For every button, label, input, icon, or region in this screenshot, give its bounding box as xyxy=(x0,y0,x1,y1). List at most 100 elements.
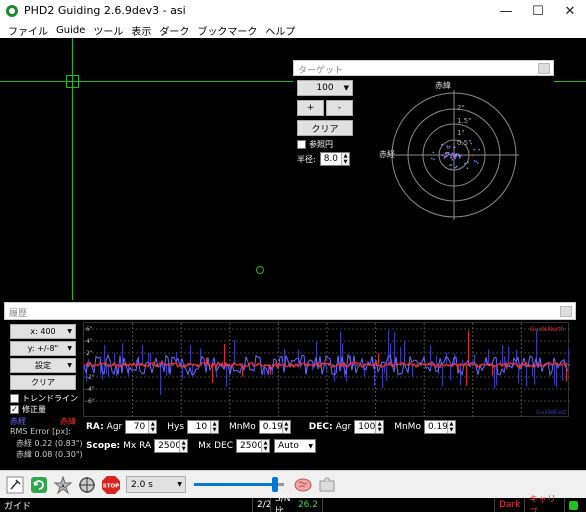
history-pane-close-button[interactable] xyxy=(560,306,572,317)
target-point xyxy=(450,156,453,159)
minimize-button[interactable]: — xyxy=(490,0,522,22)
hysteresis-spinner[interactable]: 10 ▲ ▼ xyxy=(187,420,220,434)
ra-aggressiveness-spinner[interactable]: 70 ▲ ▼ xyxy=(125,420,158,434)
history-graph[interactable]: 6" 4" 2" 0 -2" -4" -6" GuideNorth GuideEast xyxy=(83,322,570,418)
spinner-arrows-icon[interactable]: ▲ ▼ xyxy=(341,153,350,165)
corrections-checkbox[interactable]: ✓ xyxy=(10,405,19,414)
guide-button[interactable] xyxy=(76,474,98,496)
x-scale-value: x: 400 xyxy=(30,327,56,336)
camera-connect-button[interactable] xyxy=(4,474,26,496)
ra-agr-label: Agr xyxy=(106,422,123,432)
menu-tools[interactable]: ツール xyxy=(89,23,127,38)
svg-text:A: A xyxy=(61,484,65,490)
target-point xyxy=(448,153,451,155)
loop-arrows-icon xyxy=(31,476,47,493)
radius-spinner[interactable]: 8.0 ▲ ▼ xyxy=(319,152,351,166)
menu-view[interactable]: 表示 xyxy=(127,23,155,38)
status-connection xyxy=(564,498,586,512)
dec-minmove-spinner[interactable]: 0.19 ▲ ▼ xyxy=(423,420,456,434)
target-title-label: ターゲット xyxy=(298,66,344,76)
spinner-arrows-icon[interactable]: ▲ ▼ xyxy=(179,440,188,452)
brain-settings-button[interactable] xyxy=(292,474,314,496)
target-point xyxy=(455,165,458,168)
chevron-down-icon: ▼ xyxy=(343,84,349,92)
target-point xyxy=(433,158,435,161)
radius-row: 半径: 8.0 ▲ ▼ xyxy=(297,152,351,166)
zoom-in-button[interactable]: + xyxy=(297,100,324,116)
spinner-arrows-icon[interactable]: ▲ ▼ xyxy=(281,421,290,433)
stop-button[interactable]: STOP xyxy=(100,474,122,496)
correction-bar xyxy=(386,365,388,381)
menu-bookmarks[interactable]: ブックマーク xyxy=(193,23,261,38)
target-reticle-icon xyxy=(79,476,95,493)
correction-bar xyxy=(412,365,414,378)
y-tick-label: -2" xyxy=(86,374,95,381)
trendline-checkbox[interactable] xyxy=(10,394,19,403)
correction-bar xyxy=(400,347,402,366)
slider-thumb[interactable] xyxy=(272,477,278,492)
spinner-arrows-icon[interactable]: ▲ ▼ xyxy=(148,421,157,433)
bullseye-checkbox[interactable] xyxy=(297,140,306,149)
y-scale-select[interactable]: y: +/-8" ▼ xyxy=(10,341,76,356)
target-point xyxy=(451,152,453,154)
zoom-out-button[interactable]: - xyxy=(326,100,353,116)
spinner-arrows-icon[interactable]: ▲ ▼ xyxy=(446,421,455,433)
target-zoom-select[interactable]: 100 ▼ xyxy=(297,80,353,96)
ring-label-2: 2" xyxy=(457,104,465,112)
menu-darks[interactable]: ダーク xyxy=(155,23,193,38)
trendline-checkbox-row[interactable]: トレンドライン xyxy=(10,393,78,404)
ra-agr-value: 70 xyxy=(133,422,146,432)
dark-library-button[interactable] xyxy=(316,474,338,496)
spinner-arrows-icon[interactable]: ▲ ▼ xyxy=(375,421,384,433)
target-pane-close-button[interactable] xyxy=(538,63,550,74)
target-point xyxy=(441,154,444,157)
dec-label: DEC: xyxy=(308,422,333,432)
target-point xyxy=(471,154,474,157)
guide-east-label: GuideEast xyxy=(536,409,567,416)
history-pane: 履歴 x: 400 ▼ y: +/-8" ▼ 設定 ▼ クリア トレンドライン … xyxy=(0,300,586,470)
ra-minmove-spinner[interactable]: 0.19 ▲ ▼ xyxy=(258,420,291,434)
x-scale-select[interactable]: x: 400 ▼ xyxy=(10,324,76,339)
target-point xyxy=(446,154,448,157)
history-title-label: 履歴 xyxy=(9,309,28,319)
phd2-app-icon xyxy=(6,4,18,17)
history-settings-button[interactable]: 設定 ▼ xyxy=(10,358,76,373)
correction-bar xyxy=(226,365,228,387)
menu-help[interactable]: ヘルプ xyxy=(261,23,299,38)
corrections-checkbox-row[interactable]: ✓ 修正量 xyxy=(10,404,46,415)
correction-bar xyxy=(190,345,192,366)
chevron-down-icon: ▼ xyxy=(67,328,72,335)
chevron-down-icon: ▼ xyxy=(67,362,72,369)
menu-guide[interactable]: Guide xyxy=(52,25,89,36)
dec-agr-value: 100 xyxy=(358,422,376,432)
close-button[interactable]: ✕ xyxy=(554,0,586,22)
target-point xyxy=(473,148,475,151)
loop-exposure-button[interactable] xyxy=(28,474,50,496)
history-clear-button[interactable]: クリア xyxy=(10,375,76,390)
status-frame-count: 2/2 xyxy=(252,498,271,512)
dec-guide-mode-select[interactable]: Auto ▼ xyxy=(274,439,317,453)
menu-file[interactable]: ファイル xyxy=(4,23,52,38)
max-ra-label: Mx RA xyxy=(123,441,152,451)
target-point xyxy=(446,145,448,148)
spinner-arrows-icon[interactable]: ▲ ▼ xyxy=(261,440,270,452)
spinner-arrows-icon[interactable]: ▲ ▼ xyxy=(210,421,219,433)
target-dec-axis-label: 赤緯 xyxy=(435,81,451,90)
exposure-duration-select[interactable]: 2.0 s ▼ xyxy=(126,476,186,493)
y-tick-label: -6" xyxy=(86,398,95,405)
rms-ra: 赤経 0.22 (0.83") xyxy=(16,439,83,448)
correction-bar xyxy=(106,365,108,375)
snr-value: 26.2 xyxy=(297,500,318,510)
target-point xyxy=(445,151,448,154)
max-dec-duration-spinner[interactable]: 2500 ▲ ▼ xyxy=(236,439,271,453)
legend-ra: 赤経 xyxy=(10,417,26,426)
dec-aggressiveness-spinner[interactable]: 100 ▲ ▼ xyxy=(354,420,385,434)
auto-select-star-button[interactable]: A xyxy=(52,474,74,496)
correction-bar xyxy=(378,353,380,366)
maximize-button[interactable]: ☐ xyxy=(522,0,554,22)
max-ra-duration-spinner[interactable]: 2500 ▲ ▼ xyxy=(154,439,189,453)
bullseye-checkbox-row[interactable]: 参照円 xyxy=(297,139,333,150)
gamma-slider[interactable] xyxy=(194,476,284,493)
target-clear-button[interactable]: クリア xyxy=(297,120,353,136)
correction-bar xyxy=(462,359,464,366)
